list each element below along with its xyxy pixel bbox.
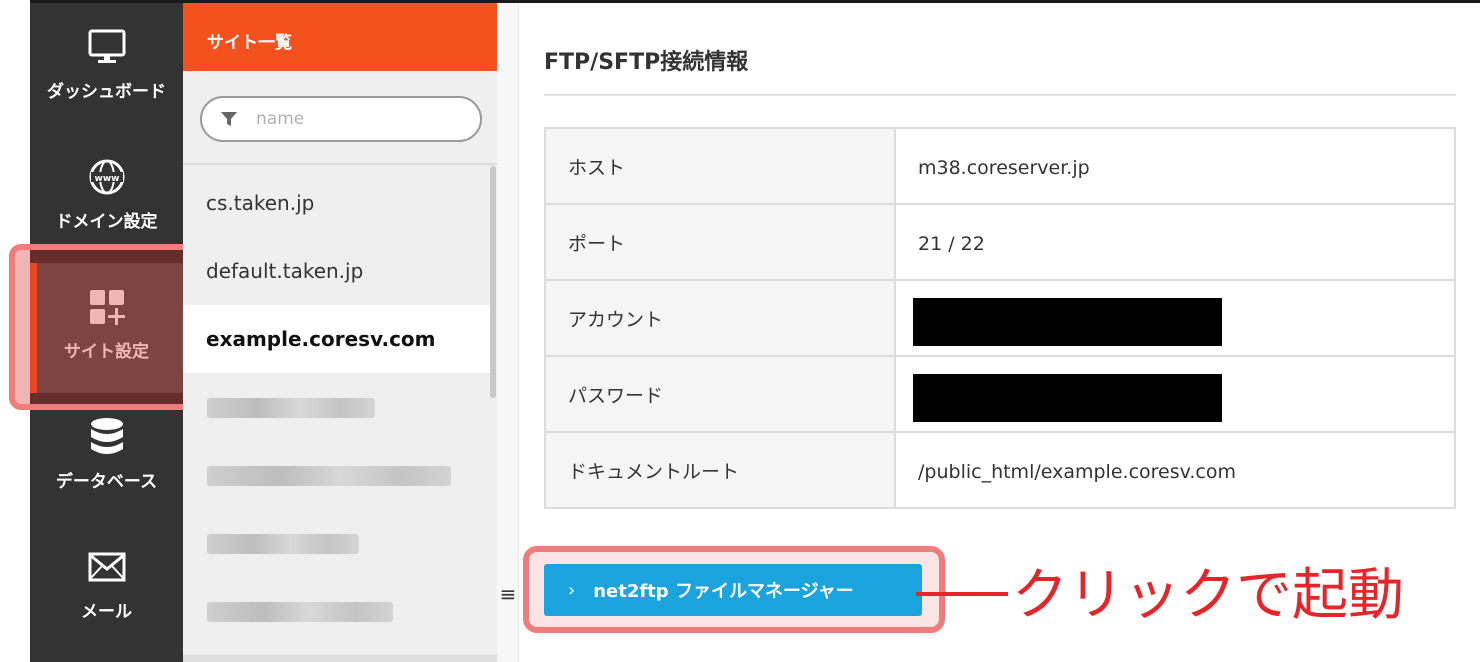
blurred-site-item — [207, 398, 375, 418]
row-value: m38.coreserver.jp — [918, 157, 1090, 179]
globe-www-icon: www — [87, 157, 127, 197]
nav-label: ダッシュボード — [47, 82, 166, 102]
menu-toggle-icon[interactable]: ≡ — [498, 582, 518, 606]
nav-label: ドメイン設定 — [55, 212, 158, 232]
site-list-panel: サイト一覧 cs.taken.jp default.taken.jp examp… — [183, 3, 497, 662]
net2ftp-file-manager-button[interactable]: › net2ftp ファイルマネージャー — [544, 564, 922, 616]
panel-divider — [497, 3, 519, 662]
title-divider — [544, 94, 1456, 96]
row-label: ポート — [546, 205, 896, 279]
callout-line — [916, 592, 1008, 596]
table-row: ポート 21 / 22 — [546, 205, 1454, 281]
chevron-right-icon: › — [568, 579, 576, 601]
table-row: ドキュメントルート /public_html/example.coresv.co… — [546, 433, 1454, 507]
row-value: 21 / 22 — [918, 233, 985, 255]
blurred-site-item — [207, 466, 451, 486]
row-value-redacted — [896, 281, 1454, 355]
blurred-site-item — [207, 534, 359, 554]
site-list-scrollbar[interactable] — [490, 166, 496, 398]
list-divider — [183, 163, 497, 165]
row-label: パスワード — [546, 357, 896, 431]
table-row: ホスト m38.coreserver.jp — [546, 129, 1454, 205]
redaction-block — [913, 374, 1222, 422]
nav-item-database[interactable]: データベース — [30, 393, 183, 523]
nav-label: メール — [81, 602, 132, 622]
ftp-info-table: ホスト m38.coreserver.jp ポート 21 / 22 アカウント … — [544, 127, 1456, 509]
site-filter[interactable] — [200, 96, 482, 142]
site-filter-input[interactable] — [256, 106, 466, 132]
row-label: アカウント — [546, 281, 896, 355]
redaction-block — [913, 298, 1222, 346]
table-row: アカウント — [546, 281, 1454, 357]
monitor-icon — [87, 27, 127, 67]
table-row: パスワード — [546, 357, 1454, 433]
button-label: net2ftp ファイルマネージャー — [593, 581, 854, 602]
mail-icon — [87, 547, 127, 587]
row-label: ホスト — [546, 129, 896, 203]
nav-highlight-annotation — [9, 244, 205, 410]
row-value-redacted — [896, 357, 1454, 431]
page-title: FTP/SFTP接続情報 — [544, 50, 749, 75]
filter-icon — [220, 110, 238, 128]
blurred-site-item — [207, 602, 393, 622]
site-list-item[interactable]: default.taken.jp — [183, 237, 490, 305]
site-list-header: サイト一覧 — [183, 3, 497, 71]
svg-text:www: www — [94, 174, 119, 184]
site-list-item[interactable]: cs.taken.jp — [183, 169, 490, 237]
panel-bottom-edge — [183, 655, 497, 662]
row-value: /public_html/example.coresv.com — [918, 461, 1237, 483]
nav-item-dashboard[interactable]: ダッシュボード — [30, 3, 183, 133]
nav-item-mail[interactable]: メール — [30, 523, 183, 653]
site-list-item-selected[interactable]: example.coresv.com — [183, 305, 490, 373]
row-label: ドキュメントルート — [546, 433, 896, 507]
nav-label: データベース — [55, 472, 158, 492]
database-icon — [87, 417, 127, 457]
callout-text: クリックで起動 — [1012, 563, 1404, 628]
